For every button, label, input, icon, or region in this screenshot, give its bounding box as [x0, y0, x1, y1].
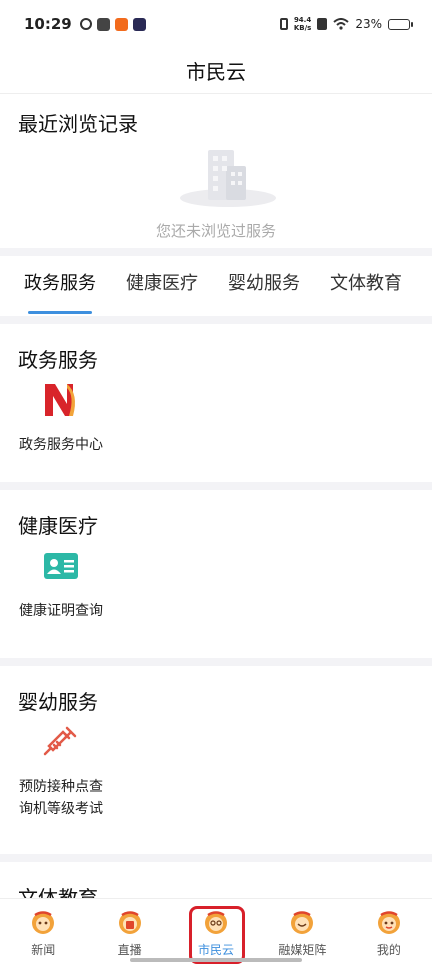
- id-card-icon: [44, 553, 78, 579]
- gov-service-center-item[interactable]: 政务服务中心: [18, 380, 104, 456]
- nav-citizen-cloud[interactable]: 市民云: [173, 899, 259, 964]
- nav-news-label: 新闻: [31, 943, 56, 957]
- net-speed: 94.4 KB/s: [294, 16, 311, 32]
- nav-media-matrix-label: 融媒矩阵: [278, 943, 327, 957]
- sim-icon: [317, 18, 328, 30]
- tab-infant[interactable]: 婴幼服务: [228, 256, 300, 316]
- status-bar: 10:29 94.4 KB/s 23%: [0, 0, 432, 48]
- wifi-icon: [333, 18, 349, 30]
- notification-icons: [79, 17, 146, 31]
- section-culture-education: 文体教育: [0, 862, 432, 902]
- vaccination-point-query-label: 预防接种点查询机等级考试: [19, 779, 103, 817]
- status-time: 10:29: [24, 15, 72, 33]
- tab-culture-education[interactable]: 文体教育: [330, 256, 402, 316]
- media-matrix-mascot-icon: [291, 911, 314, 934]
- home-indicator[interactable]: [130, 958, 302, 962]
- tab-health[interactable]: 健康医疗: [126, 256, 198, 316]
- gov-service-center-label: 政务服务中心: [19, 437, 103, 453]
- nav-live-label: 直播: [117, 943, 142, 957]
- tab-gov-service[interactable]: 政务服务: [24, 256, 96, 316]
- battery-percent: 23%: [355, 17, 382, 31]
- nav-news[interactable]: 新闻: [0, 899, 86, 964]
- mine-mascot-icon: [377, 911, 400, 934]
- section-gov-service: 政务服务 政务服务中心: [0, 324, 432, 482]
- citizen-cloud-mascot-icon: [205, 911, 228, 934]
- recent-views-section: 最近浏览记录 您还未浏览过服务: [0, 94, 432, 248]
- nav-mine[interactable]: 我的: [346, 899, 432, 964]
- mail-notification-icon: [96, 17, 110, 31]
- recent-views-title: 最近浏览记录: [18, 112, 138, 136]
- section-title: 健康医疗: [18, 514, 98, 538]
- app-notification-icon: [79, 18, 92, 30]
- title-bar: 市民云: [0, 48, 432, 94]
- vaccination-point-query-item[interactable]: 预防接种点查询机等级考试: [18, 722, 104, 820]
- live-mascot-icon: [118, 911, 141, 934]
- vibrate-icon: [279, 18, 288, 30]
- section-title: 婴幼服务: [18, 690, 98, 714]
- empty-building-illustration-icon: [180, 150, 276, 207]
- syringe-icon: [43, 726, 77, 756]
- nav-live[interactable]: 直播: [86, 899, 172, 964]
- gov-service-logo-icon: [45, 384, 75, 416]
- net-speed-value: 94.4: [293, 16, 312, 24]
- orange-app-notification-icon: [114, 17, 128, 31]
- bottom-nav: 新闻 直播 市民云 融媒矩阵 我的: [0, 898, 432, 964]
- section-health: 健康医疗 健康证明查询: [0, 490, 432, 658]
- health-certificate-query-item[interactable]: 健康证明查询: [18, 546, 104, 622]
- nav-citizen-cloud-label: 市民云: [198, 943, 235, 957]
- nav-media-matrix[interactable]: 融媒矩阵: [259, 899, 345, 964]
- news-mascot-icon: [32, 911, 55, 934]
- section-title: 政务服务: [18, 348, 98, 372]
- status-right: 94.4 KB/s 23%: [279, 16, 413, 32]
- empty-state-text: 您还未浏览过服务: [155, 222, 276, 240]
- section-infant: 婴幼服务 预防接种点查询机等级考试: [0, 666, 432, 854]
- page-title: 市民云: [186, 60, 246, 84]
- net-speed-unit: KB/s: [293, 24, 312, 32]
- health-certificate-query-label: 健康证明查询: [19, 603, 103, 619]
- play-app-notification-icon: [132, 17, 146, 31]
- nav-mine-label: 我的: [376, 943, 401, 957]
- battery-icon: [388, 18, 413, 30]
- category-tabs: 政务服务 健康医疗 婴幼服务 文体教育: [0, 256, 432, 316]
